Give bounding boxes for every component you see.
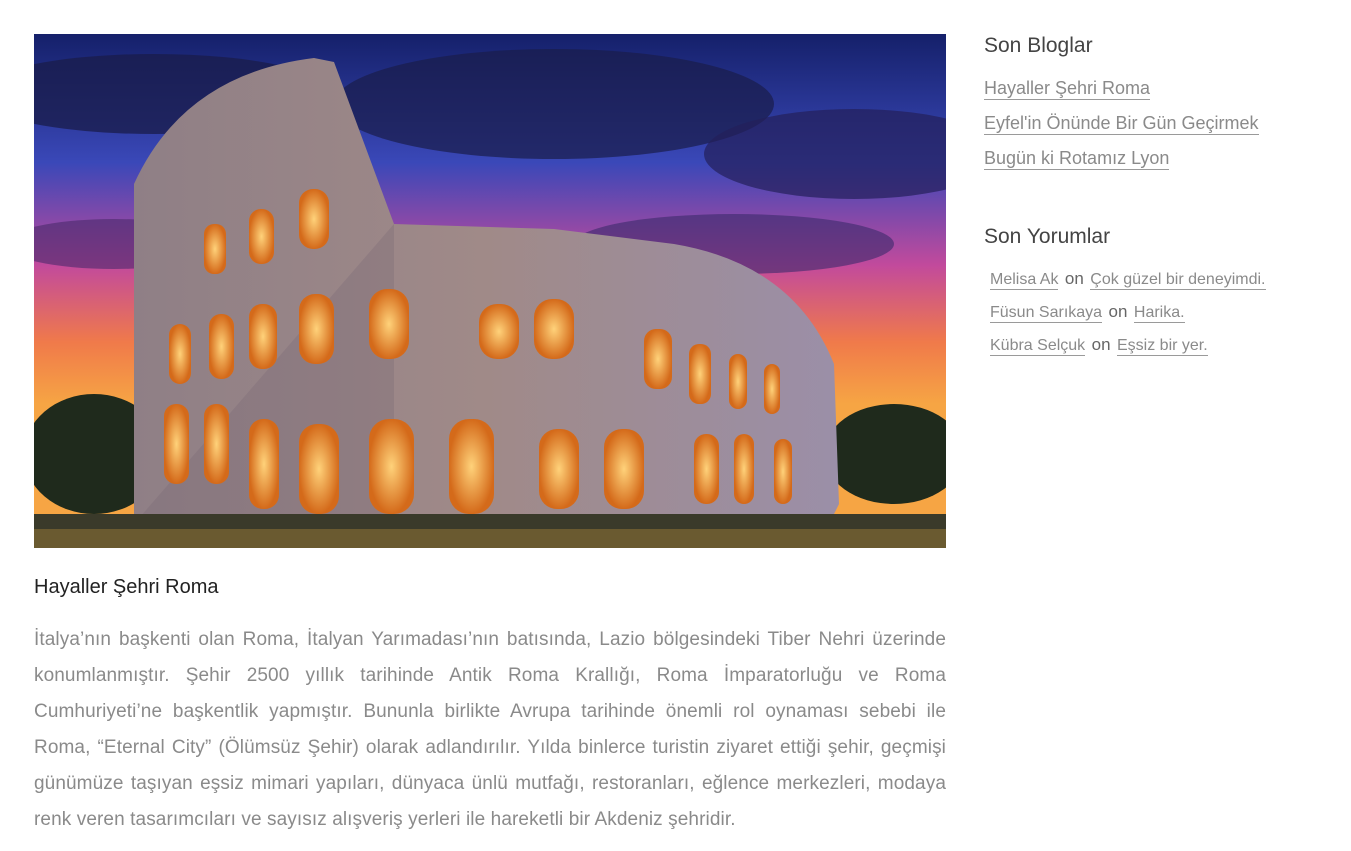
sidebar: Son Bloglar Hayaller Şehri Roma Eyfel'in… — [984, 34, 1324, 367]
recent-blogs-list: Hayaller Şehri Roma Eyfel'in Önünde Bir … — [984, 77, 1324, 171]
comment-link[interactable]: Eşsiz bir yer. — [1117, 337, 1208, 356]
article-body: İtalya’nın başkenti olan Roma, İtalyan Y… — [34, 629, 946, 830]
list-item: Melisa Ak on Çok güzel bir deneyimdi. — [990, 268, 1324, 290]
comment-link[interactable]: Çok güzel bir deneyimdi. — [1090, 271, 1266, 290]
recent-comments-list: Melisa Ak on Çok güzel bir deneyimdi. Fü… — [990, 268, 1324, 356]
article: Hayaller Şehri Roma İtalya’nın başkenti … — [34, 34, 946, 838]
recent-blogs-title: Son Bloglar — [984, 34, 1093, 57]
recent-blogs-widget: Son Bloglar Hayaller Şehri Roma Eyfel'in… — [984, 34, 1324, 171]
article-image[interactable] — [34, 34, 946, 548]
blog-link[interactable]: Bugün ki Rotamız Lyon — [984, 148, 1170, 170]
comment-connector: on — [1108, 302, 1128, 321]
blog-link[interactable]: Hayaller Şehri Roma — [984, 78, 1151, 100]
list-item: Kübra Selçuk on Eşsiz bir yer. — [990, 334, 1324, 356]
comment-author-link[interactable]: Kübra Selçuk — [990, 337, 1086, 356]
list-item: Füsun Sarıkaya on Harika. — [990, 301, 1324, 323]
comment-connector: on — [1091, 335, 1111, 354]
recent-comments-title: Son Yorumlar — [984, 225, 1111, 248]
comment-author-link[interactable]: Melisa Ak — [990, 271, 1059, 290]
blog-link[interactable]: Eyfel'in Önünde Bir Gün Geçirmek — [984, 113, 1259, 135]
comment-author-link[interactable]: Füsun Sarıkaya — [990, 304, 1103, 323]
list-item: Bugün ki Rotamız Lyon — [984, 147, 1324, 171]
list-item: Hayaller Şehri Roma — [984, 77, 1324, 101]
article-title: Hayaller Şehri Roma — [34, 576, 219, 598]
colosseum-illustration — [34, 34, 946, 548]
comment-link[interactable]: Harika. — [1133, 304, 1185, 323]
list-item: Eyfel'in Önünde Bir Gün Geçirmek — [984, 112, 1324, 136]
comment-connector: on — [1064, 269, 1084, 288]
page: Hayaller Şehri Roma İtalya’nın başkenti … — [0, 0, 1351, 851]
recent-comments-widget: Son Yorumlar Melisa Ak on Çok güzel bir … — [984, 225, 1324, 356]
